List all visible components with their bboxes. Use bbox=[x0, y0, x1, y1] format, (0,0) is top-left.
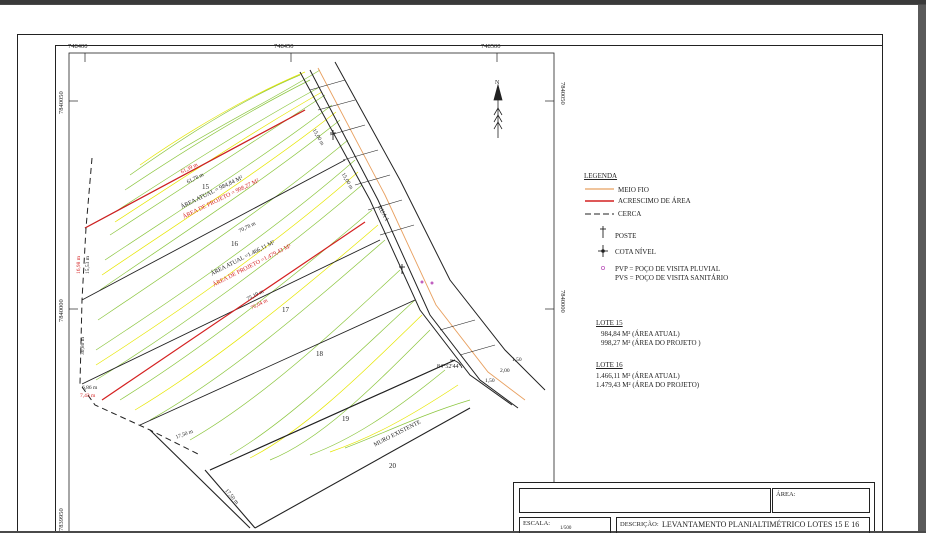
legend-symbols bbox=[585, 188, 614, 270]
legend-item: PVS = POÇO DE VISITA SANITÁRIO bbox=[615, 274, 729, 282]
description-label: DESCRIÇÃO: bbox=[620, 521, 659, 528]
legend-title: LEGENDA bbox=[584, 172, 618, 180]
north-arrow-icon: N bbox=[493, 80, 503, 138]
description-value: LEVANTAMENTO PLANIALTIMÉTRICO LOTES 15 E… bbox=[662, 520, 860, 529]
curb-line bbox=[317, 67, 526, 401]
svg-text:N: N bbox=[495, 80, 500, 86]
contour-lines-green bbox=[95, 69, 471, 461]
title-block-area-cell: ÁREA: bbox=[772, 488, 870, 513]
scale-label: ESCALA: bbox=[523, 520, 551, 527]
legend-item: ACRESCIMO DE ÁREA bbox=[618, 197, 691, 205]
lot-number: 17 bbox=[282, 306, 289, 314]
legend-item: COTA NÍVEL bbox=[615, 248, 656, 256]
wall-lines bbox=[149, 359, 471, 529]
title-block: ÁREA: ESCALA: 1/500 DESCRIÇÃO: LEVANTAME… bbox=[513, 482, 875, 533]
street-segments bbox=[309, 79, 496, 356]
dimension-label: 16,98 m bbox=[76, 255, 82, 274]
dimension-label: 1,50 bbox=[512, 357, 522, 363]
street-edges bbox=[299, 61, 546, 409]
lot-15-area-current: 984,84 M² (ÁREA ATUAL) bbox=[601, 330, 680, 338]
lot-number: 20 bbox=[389, 462, 396, 470]
area-label: ÁREA: bbox=[776, 491, 796, 498]
legend-manhole-icon bbox=[601, 265, 606, 270]
lot-16-title: LOTE 16 bbox=[596, 361, 623, 369]
dimension-label: 6,86 m bbox=[82, 385, 98, 391]
legend-item: MEIO FIO bbox=[618, 186, 649, 194]
manhole-markers bbox=[420, 280, 434, 285]
contour-lines-yellow bbox=[95, 71, 459, 459]
dimension-label: 1,50 bbox=[485, 378, 495, 384]
lot-number: 19 bbox=[342, 415, 349, 423]
red-boundaries bbox=[84, 109, 366, 401]
lot-15-title: LOTE 15 bbox=[596, 319, 623, 327]
survey-map: N bbox=[68, 52, 614, 531]
dimension-label: 2,00 bbox=[500, 368, 510, 374]
lot-number: 15 bbox=[202, 183, 209, 191]
title-block-main-cell bbox=[519, 488, 771, 513]
lot-15-area-project: 998,27 M² (ÁREA DO PROJETO ) bbox=[601, 339, 701, 347]
angle-label: 84°52'44" bbox=[437, 364, 461, 370]
scale-value: 1/500 bbox=[560, 526, 572, 531]
lot-16-area-project: 1.479,43 M² (ÁREA DO PROJETO) bbox=[596, 381, 700, 389]
dimension-label: 30,80 m bbox=[80, 336, 86, 355]
lot-boundaries bbox=[81, 109, 456, 471]
lot-16-area-current: 1.466,11 M² (ÁREA ATUAL) bbox=[596, 372, 680, 380]
legend-item: CERCA bbox=[618, 210, 642, 218]
lot-number: 16 bbox=[231, 240, 238, 248]
dimension-label: 7,43 m bbox=[80, 393, 96, 399]
map-inner-frame bbox=[68, 52, 555, 531]
lot-number: 18 bbox=[316, 350, 323, 358]
legend-item: PVP = POÇO DE VISITA PLUVIAL bbox=[615, 265, 721, 273]
legend-item: POSTE bbox=[615, 232, 637, 240]
dimension-label: 15,53 m bbox=[85, 255, 91, 274]
